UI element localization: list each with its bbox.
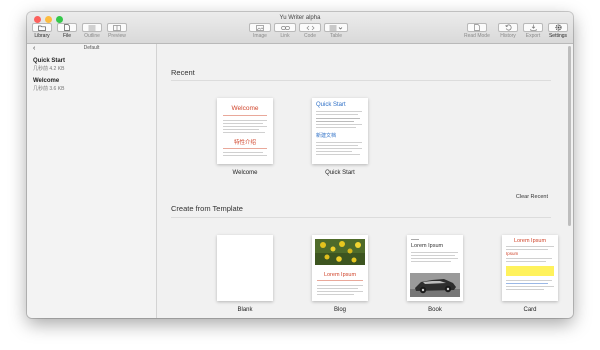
export-label: Export: [525, 33, 541, 39]
template-card-label[interactable]: Card: [490, 307, 570, 313]
recent-quick-start-thumbnail[interactable]: Quick Start 新建文档: [312, 98, 368, 164]
export-button[interactable]: Export: [523, 23, 543, 39]
preview-button[interactable]: Preview: [107, 23, 127, 39]
export-icon: [529, 24, 537, 31]
folder-icon: [38, 25, 46, 31]
outline-icon: [88, 25, 96, 30]
library-label: Library: [34, 33, 50, 39]
preview-label: Preview: [108, 33, 126, 39]
image-button[interactable]: Image: [249, 23, 271, 39]
link-label: Link: [280, 33, 290, 39]
thumbnail-subheading: 新建文档: [316, 133, 337, 139]
window-title: Yu Writer alpha: [279, 15, 321, 21]
clear-recent-button[interactable]: Clear Recent: [516, 194, 548, 200]
car-photo: [410, 273, 460, 297]
link-button[interactable]: Link: [274, 23, 296, 39]
recent-heading: Recent: [171, 68, 195, 77]
sidebar-item-quick-start[interactable]: Quick Start 几秒前 4.2 KB: [33, 58, 65, 72]
file-button[interactable]: File: [57, 23, 77, 39]
gear-icon: [554, 24, 562, 31]
document-name: Quick Start: [33, 58, 66, 64]
split-view-icon: [113, 24, 121, 31]
sidebar-item-welcome[interactable]: Welcome 几秒前 3.6 KB: [33, 78, 64, 92]
template-book-thumbnail[interactable]: Lorem Ipsum: [407, 235, 463, 301]
table-icon: [329, 25, 343, 30]
app-window: Yu Writer alpha Library File Outline Pre…: [27, 12, 573, 318]
file-icon: [64, 24, 70, 31]
table-label: Table: [330, 33, 342, 39]
flower-photo: [315, 239, 365, 265]
code-icon: [306, 25, 314, 30]
thumbnail-subheading: 特性介绍: [233, 140, 256, 146]
library-button[interactable]: Library: [32, 23, 52, 39]
template-card-thumbnail[interactable]: Lorem Ipsum Ipsum: [502, 235, 558, 301]
settings-label: Settings: [548, 33, 568, 39]
outline-label: Outline: [84, 33, 100, 39]
history-label: History: [500, 33, 516, 39]
sidebar-title: Default: [83, 45, 100, 51]
file-label: File: [62, 33, 72, 39]
outline-button[interactable]: Outline: [82, 23, 102, 39]
thumbnail-subheading: Ipsum: [506, 251, 519, 256]
history-icon: [505, 24, 511, 31]
read-mode-button[interactable]: Read Mode: [464, 23, 490, 39]
sidebar: ‹ Default Quick Start 几秒前 4.2 KB Welcome…: [27, 44, 157, 318]
table-button[interactable]: Table: [324, 23, 348, 39]
image-label: Image: [253, 33, 267, 39]
code-button[interactable]: Code: [299, 23, 321, 39]
vertical-scrollbar[interactable]: [568, 46, 571, 226]
document-meta: 几秒前 3.6 KB: [33, 86, 65, 92]
thumbnail-heading: Lorem Ipsum: [323, 272, 357, 278]
main-area: Recent Welcome 特性介绍 Welcome Quick Start …: [157, 44, 573, 318]
read-mode-label: Read Mode: [464, 33, 490, 39]
template-blank-label[interactable]: Blank: [205, 307, 285, 313]
template-heading: Create from Template: [171, 204, 243, 213]
document-meta: 几秒前 4.2 KB: [33, 66, 65, 72]
divider: [171, 217, 551, 218]
thumbnail-heading: Quick Start: [316, 102, 346, 108]
thumbnail-heading: Welcome: [231, 105, 259, 112]
template-blank-thumbnail[interactable]: [217, 235, 273, 301]
template-book-label[interactable]: Book: [395, 307, 475, 313]
code-label: Code: [304, 33, 316, 39]
thumbnail-heading: Lorem Ipsum: [513, 238, 547, 244]
recent-quick-start-label[interactable]: Quick Start: [300, 170, 380, 176]
image-icon: [256, 24, 264, 31]
recent-welcome-thumbnail[interactable]: Welcome 特性介绍: [217, 98, 273, 164]
toolbar: Yu Writer alpha Library File Outline Pre…: [27, 12, 573, 44]
recent-welcome-label[interactable]: Welcome: [205, 170, 285, 176]
template-blog-label[interactable]: Blog: [300, 307, 380, 313]
divider: [171, 80, 551, 81]
highlight-block: [506, 266, 554, 276]
link-icon: [280, 25, 290, 30]
thumbnail-heading: Lorem Ipsum: [411, 243, 444, 249]
settings-button[interactable]: Settings: [548, 23, 568, 39]
document-icon: [474, 24, 480, 31]
document-name: Welcome: [33, 78, 60, 84]
history-button[interactable]: History: [498, 23, 518, 39]
template-blog-thumbnail[interactable]: Lorem Ipsum: [312, 235, 368, 301]
